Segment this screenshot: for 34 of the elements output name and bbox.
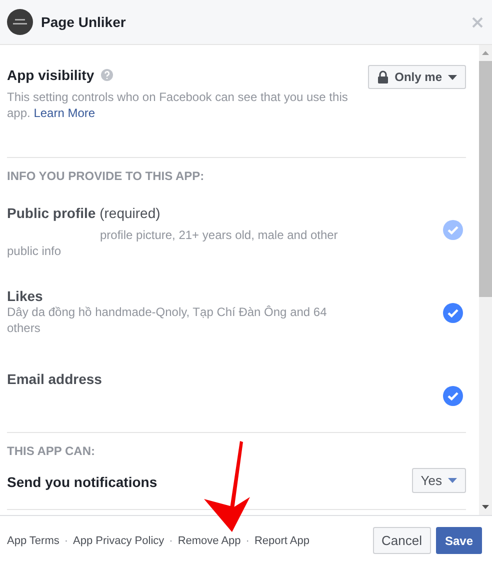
learn-more-link[interactable]: Learn More bbox=[34, 106, 96, 120]
scroll-up-icon[interactable] bbox=[482, 51, 489, 55]
footer-link[interactable]: Report App bbox=[254, 534, 310, 546]
visibility-dropdown[interactable]: Only me bbox=[368, 65, 466, 89]
footer-link[interactable]: App Privacy Policy bbox=[73, 534, 164, 546]
caret-icon bbox=[448, 74, 457, 80]
separator-dot: · bbox=[64, 534, 68, 546]
footer-link[interactable]: App Terms bbox=[7, 534, 60, 546]
visibility-description: This setting controls who on Facebook can see that you use this app. Learn More bbox=[7, 89, 349, 121]
save-button[interactable]: Save bbox=[436, 527, 482, 554]
permission-title: Email address bbox=[7, 371, 103, 387]
section-heading: THIS APP CAN: bbox=[7, 443, 96, 458]
footer-link[interactable]: Remove App bbox=[178, 534, 241, 546]
visibility-label: App visibility bbox=[7, 67, 94, 83]
permission-description: profile picture, 21+ years old, male and other public info bbox=[7, 227, 339, 259]
help-icon[interactable] bbox=[101, 69, 114, 81]
checkmark-icon[interactable] bbox=[443, 302, 463, 322]
permission-title: Send you notifications bbox=[7, 474, 158, 490]
notifications-dropdown[interactable]: Yes bbox=[412, 468, 466, 493]
permission-title: Public profile (required) bbox=[7, 205, 162, 221]
separator-dot: · bbox=[246, 534, 250, 546]
scrollbar[interactable] bbox=[479, 45, 492, 515]
scroll-down-icon[interactable] bbox=[482, 505, 489, 509]
separator-dot: · bbox=[169, 534, 173, 546]
close-icon[interactable] bbox=[472, 16, 483, 28]
section-heading: INFO YOU PROVIDE TO THIS APP: bbox=[7, 168, 206, 183]
window-title: Page Unliker bbox=[41, 14, 126, 30]
lock-icon bbox=[376, 70, 389, 84]
app-logo-icon bbox=[7, 9, 33, 35]
caret-icon bbox=[448, 478, 457, 483]
cancel-button[interactable]: Cancel bbox=[372, 527, 431, 554]
checkmark-icon[interactable] bbox=[443, 386, 463, 406]
permission-title: Likes bbox=[7, 288, 44, 304]
permission-description: Dây da đồng hồ handmade-Qnoly, Tạp Chí Đàn Ông and 64 others bbox=[7, 304, 328, 336]
